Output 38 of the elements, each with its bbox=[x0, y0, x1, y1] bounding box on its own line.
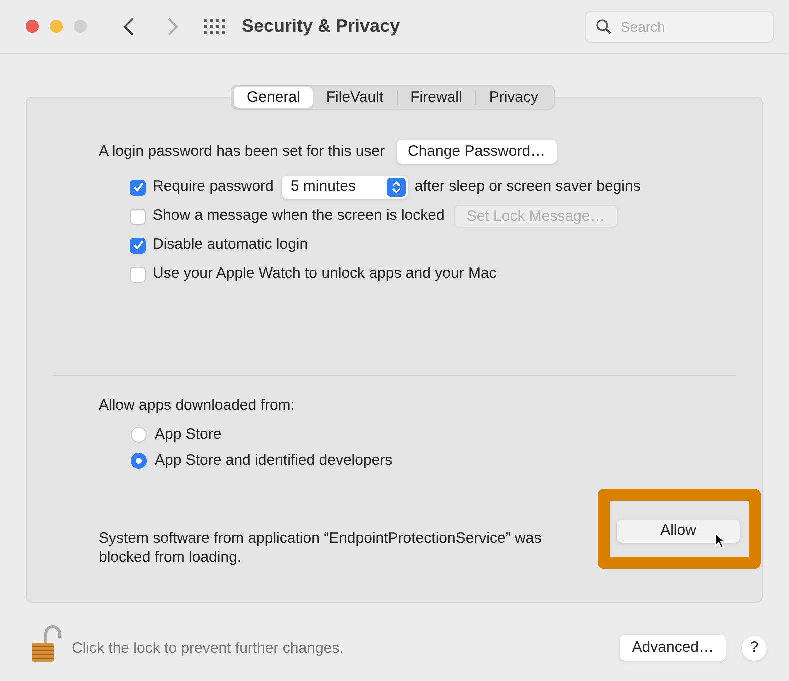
blocked-software-message: System software from application “EndpointProtectionService” was blocked from loading. bbox=[99, 528, 543, 566]
close-window-icon[interactable] bbox=[26, 20, 39, 33]
search-field[interactable]: Search bbox=[585, 10, 774, 42]
forward-icon[interactable] bbox=[167, 16, 179, 36]
option-label: Use your Apple Watch to unlock apps and your Mac bbox=[153, 264, 497, 284]
search-icon bbox=[596, 18, 612, 34]
radio-button[interactable] bbox=[131, 453, 147, 469]
stepper-icon bbox=[386, 178, 406, 197]
tab[interactable]: FileVault bbox=[313, 87, 397, 108]
window-title: Security & Privacy bbox=[242, 15, 400, 38]
tab[interactable]: General bbox=[234, 87, 314, 108]
checkmark-icon bbox=[132, 182, 144, 193]
radio-button[interactable] bbox=[131, 427, 147, 443]
checkmark-icon bbox=[132, 240, 144, 251]
checkbox[interactable] bbox=[130, 266, 146, 282]
help-button[interactable]: ? bbox=[742, 636, 767, 660]
checkbox[interactable] bbox=[130, 238, 146, 254]
login-status-text: A login password has been set for this user bbox=[99, 142, 385, 162]
minimize-window-icon[interactable] bbox=[50, 20, 63, 33]
radio-label: App Store and identified developers bbox=[155, 450, 393, 471]
allow-button[interactable]: Allow bbox=[617, 520, 740, 542]
open-padlock-icon[interactable] bbox=[31, 625, 61, 663]
grid-icon[interactable] bbox=[204, 18, 226, 36]
tab[interactable]: Firewall bbox=[398, 87, 476, 108]
change-password-button[interactable]: Change Password… bbox=[397, 140, 557, 164]
pointer-cursor-icon bbox=[715, 532, 726, 548]
downloads-heading: Allow apps downloaded from: bbox=[99, 396, 296, 416]
option-label: Disable automatic login bbox=[153, 235, 308, 256]
advanced-button[interactable]: Advanced… bbox=[620, 635, 726, 661]
back-icon[interactable] bbox=[123, 16, 135, 36]
checkbox[interactable] bbox=[130, 180, 146, 196]
duration-dropdown[interactable]: 5 minutes bbox=[282, 176, 408, 199]
option-label: Require password bbox=[153, 177, 274, 198]
option-suffix-text: after sleep or screen saver begins bbox=[414, 177, 641, 198]
radio-label: App Store bbox=[155, 424, 222, 445]
tab[interactable]: Privacy bbox=[476, 87, 552, 108]
option-label: Show a message when the screen is locked bbox=[153, 206, 445, 226]
lock-hint-text: Click the lock to prevent further changes. bbox=[72, 638, 344, 659]
